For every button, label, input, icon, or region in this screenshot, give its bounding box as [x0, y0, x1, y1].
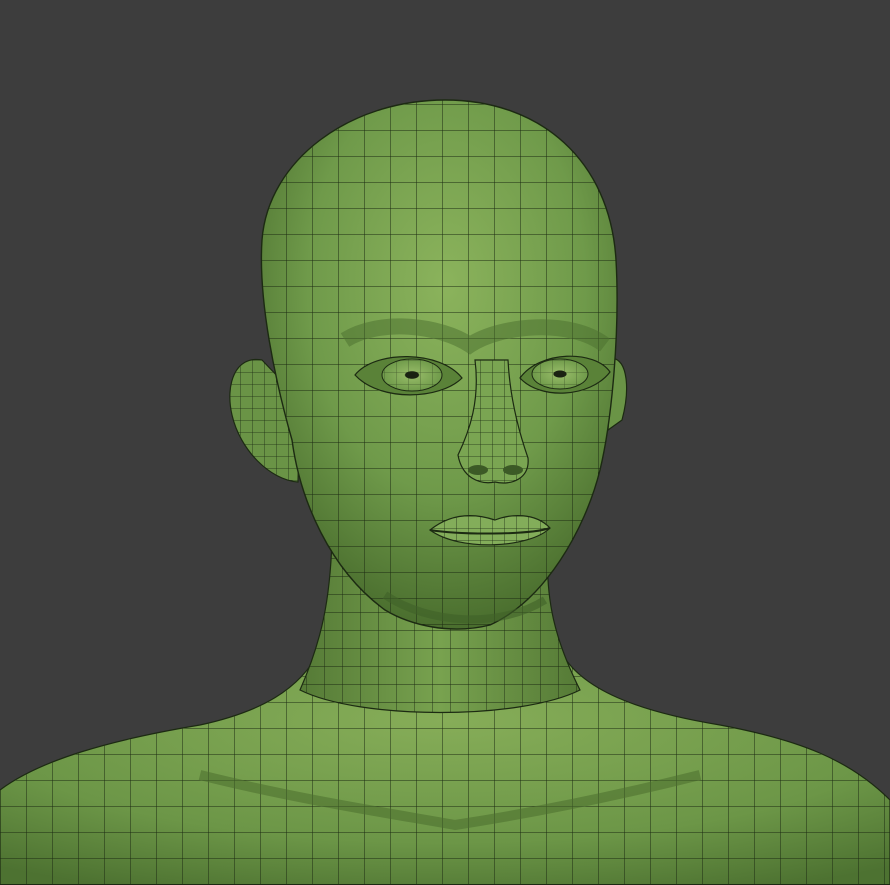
3d-viewport[interactable] — [0, 0, 890, 885]
mesh-render — [0, 99, 890, 885]
